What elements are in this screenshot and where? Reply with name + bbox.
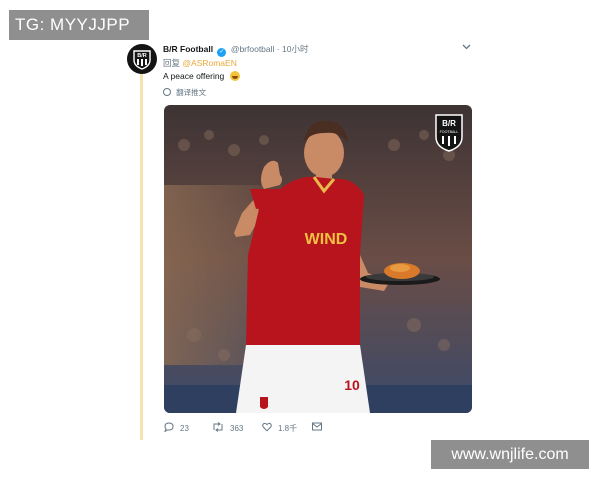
br-football-badge: B/R FOOTBALL	[435, 114, 463, 152]
reply-count: 23	[180, 424, 189, 433]
watermark-bottom-right: www.wnjlife.com	[431, 440, 589, 469]
badge-subtext: FOOTBALL	[440, 130, 459, 134]
retweet-icon	[213, 422, 223, 432]
roma-crest-icon	[260, 397, 268, 409]
tweet-header: B/R Football ✓ @brfootball · 10小时	[163, 43, 308, 57]
display-name[interactable]: B/R Football	[163, 44, 213, 54]
tweet-text-content: A peace offering	[163, 71, 225, 81]
timestamp[interactable]: 10小时	[282, 44, 308, 54]
reply-icon	[163, 422, 174, 433]
like-count: 1.8千	[278, 424, 298, 433]
chevron-down-icon[interactable]	[462, 42, 471, 53]
reply-mention-link[interactable]: @ASRomaEN	[182, 58, 236, 68]
retweet-button[interactable]: 363	[212, 422, 243, 433]
envelope-icon	[312, 422, 322, 431]
reply-prefix: 回复	[163, 58, 181, 68]
tweet-media-image[interactable]: B/R FOOTBALL WIND 10	[164, 105, 472, 413]
badge-text: B/R	[442, 119, 456, 128]
avatar-text: B/R	[137, 53, 147, 59]
laughing-emoji-icon	[229, 71, 240, 81]
separator: ·	[276, 44, 280, 54]
shorts-number: 10	[344, 377, 360, 393]
handle[interactable]: @brfootball	[231, 44, 275, 54]
tweet-text: A peace offering	[163, 71, 240, 81]
retweet-count: 363	[230, 424, 244, 433]
watermark-top-left: TG: MYYJJPP	[9, 10, 149, 40]
heart-icon	[262, 422, 272, 432]
globe-icon	[163, 88, 171, 96]
translate-label: 翻译推文	[176, 88, 207, 97]
br-shield-icon: B/R	[133, 50, 151, 70]
reply-button[interactable]: 23	[163, 422, 189, 433]
message-button[interactable]	[312, 422, 322, 432]
translate-link[interactable]: 翻译推文	[163, 87, 206, 98]
avatar[interactable]: B/R	[127, 44, 157, 74]
verified-icon: ✓	[217, 48, 227, 57]
like-button[interactable]: 1.8千	[262, 422, 297, 434]
shirt-sponsor: WIND	[305, 231, 348, 248]
reply-context: 回复 @ASRomaEN	[163, 57, 237, 69]
thread-line	[140, 72, 143, 440]
